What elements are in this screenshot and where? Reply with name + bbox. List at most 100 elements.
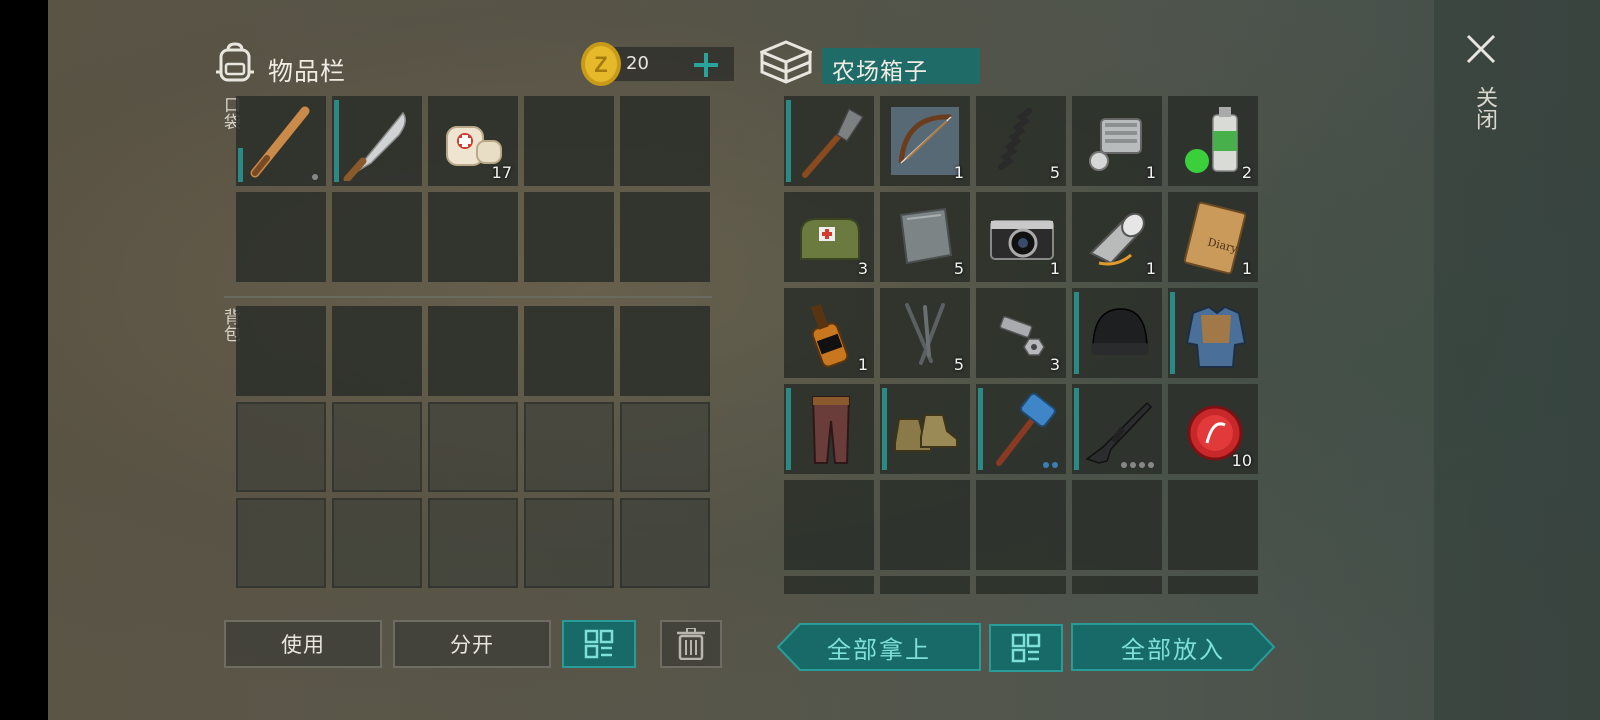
durability-bar [1074,292,1079,374]
container-slot[interactable] [1072,384,1162,474]
quality-dots [303,174,318,180]
container-slot[interactable]: 1 [976,192,1066,282]
container-slot[interactable] [880,480,970,570]
pocket-slot[interactable] [332,96,422,186]
backpack-slot[interactable] [332,498,422,588]
container-slot[interactable]: 2 [1168,96,1258,186]
backpack-slot[interactable] [332,306,422,396]
baseball-bat-icon [250,106,310,178]
item-count: 1 [857,355,868,374]
pocket-slot[interactable] [620,96,710,186]
backpack-slot[interactable] [332,402,422,492]
container-slot[interactable] [784,96,874,186]
container-slot[interactable] [880,384,970,474]
item-count: 1 [1145,163,1156,182]
close-label: 关闭 [1472,86,1497,130]
container-slot[interactable] [976,576,1066,594]
sort-container-button[interactable] [989,624,1063,672]
durability-bar [786,100,791,182]
container-slot[interactable] [1168,480,1258,570]
take-all-button[interactable]: 全部拿上 [776,622,982,672]
pocket-slot[interactable] [524,96,614,186]
container-slot[interactable]: 5 [880,288,970,378]
sort-inventory-button[interactable] [562,620,636,668]
backpack-slot[interactable] [620,306,710,396]
container-slot[interactable]: 5 [976,96,1066,186]
backpack-slot[interactable] [524,306,614,396]
beanie-icon [1091,308,1149,355]
split-button[interactable]: 分开 [393,620,551,668]
trash-button[interactable] [660,620,722,668]
plus-icon [694,53,718,77]
boots-icon [894,414,958,452]
durability-bar [882,388,887,470]
durability-bar [978,388,983,470]
backpack-slot[interactable] [236,402,326,492]
jacket-icon [1185,305,1247,368]
pocket-slot[interactable] [428,192,518,282]
container-slot[interactable]: 1 [1072,192,1162,282]
put-all-label: 全部放入 [1121,635,1225,664]
item-count: 3 [1049,355,1060,374]
container-slot[interactable] [1168,288,1258,378]
add-coins-button[interactable] [688,48,724,82]
item-count: 10 [1231,451,1252,470]
container-slot[interactable] [976,480,1066,570]
container-slot[interactable]: 1 [880,96,970,186]
item-count: 1 [1049,259,1060,278]
quality-dots [390,174,414,180]
backpack-slot[interactable] [236,306,326,396]
item-count: 3 [857,259,868,278]
backpack-slot[interactable] [524,498,614,588]
backpack-slot[interactable] [524,402,614,492]
container-slot[interactable] [880,576,970,594]
container-slot[interactable] [1072,288,1162,378]
container-slot[interactable] [1168,576,1258,594]
container-slot[interactable]: 1 [1072,96,1162,186]
pants-icon [811,396,851,464]
container-slot[interactable]: 3 [784,192,874,282]
quality-dots [1121,462,1154,468]
take-all-label: 全部拿上 [827,635,931,664]
pocket-slot[interactable] [236,96,326,186]
backpack-slot[interactable] [620,402,710,492]
container-slot[interactable]: Diary 1 [1168,192,1258,282]
trash-icon [677,628,705,660]
inventory-title: 物品栏 [268,57,347,86]
container-slot[interactable] [1072,480,1162,570]
put-all-button[interactable]: 全部放入 [1070,622,1276,672]
section-divider [224,296,712,298]
pocket-slot[interactable] [332,192,422,282]
close-button[interactable]: 关闭 [1458,28,1508,148]
pocket-slot[interactable] [620,192,710,282]
container-slot[interactable] [784,480,874,570]
coin-count: 20 [626,53,649,74]
container-slot[interactable] [784,576,874,594]
game-screen: 物品栏 Z 20 口袋 背包 农场箱子 关闭 使用 分开 全部拿上 全部放入 1… [48,0,1600,720]
pocket-slot[interactable]: 17 [428,96,518,186]
item-count: 1 [1241,259,1252,278]
sledgehammer-icon [996,392,1056,466]
backpack-slot[interactable] [236,498,326,588]
container-slot[interactable]: 3 [976,288,1066,378]
close-icon [1466,34,1496,64]
container-slot[interactable]: 10 [1168,384,1258,474]
container-slot[interactable] [784,384,874,474]
pocket-slot[interactable] [524,192,614,282]
grid-sort-icon [1011,633,1041,663]
container-slot[interactable] [1072,576,1162,594]
quality-dots [1043,462,1058,468]
backpack-slot[interactable] [428,306,518,396]
backpack-slot[interactable] [428,402,518,492]
durability-bar [786,388,791,470]
backpack-icon [216,42,254,82]
container-slot[interactable] [976,384,1066,474]
item-count: 17 [491,163,512,182]
use-button[interactable]: 使用 [224,620,382,668]
item-count: 5 [1049,163,1060,182]
backpack-slot[interactable] [620,498,710,588]
container-slot[interactable]: 5 [880,192,970,282]
backpack-slot[interactable] [428,498,518,588]
container-slot[interactable]: 1 [784,288,874,378]
pocket-slot[interactable] [236,192,326,282]
